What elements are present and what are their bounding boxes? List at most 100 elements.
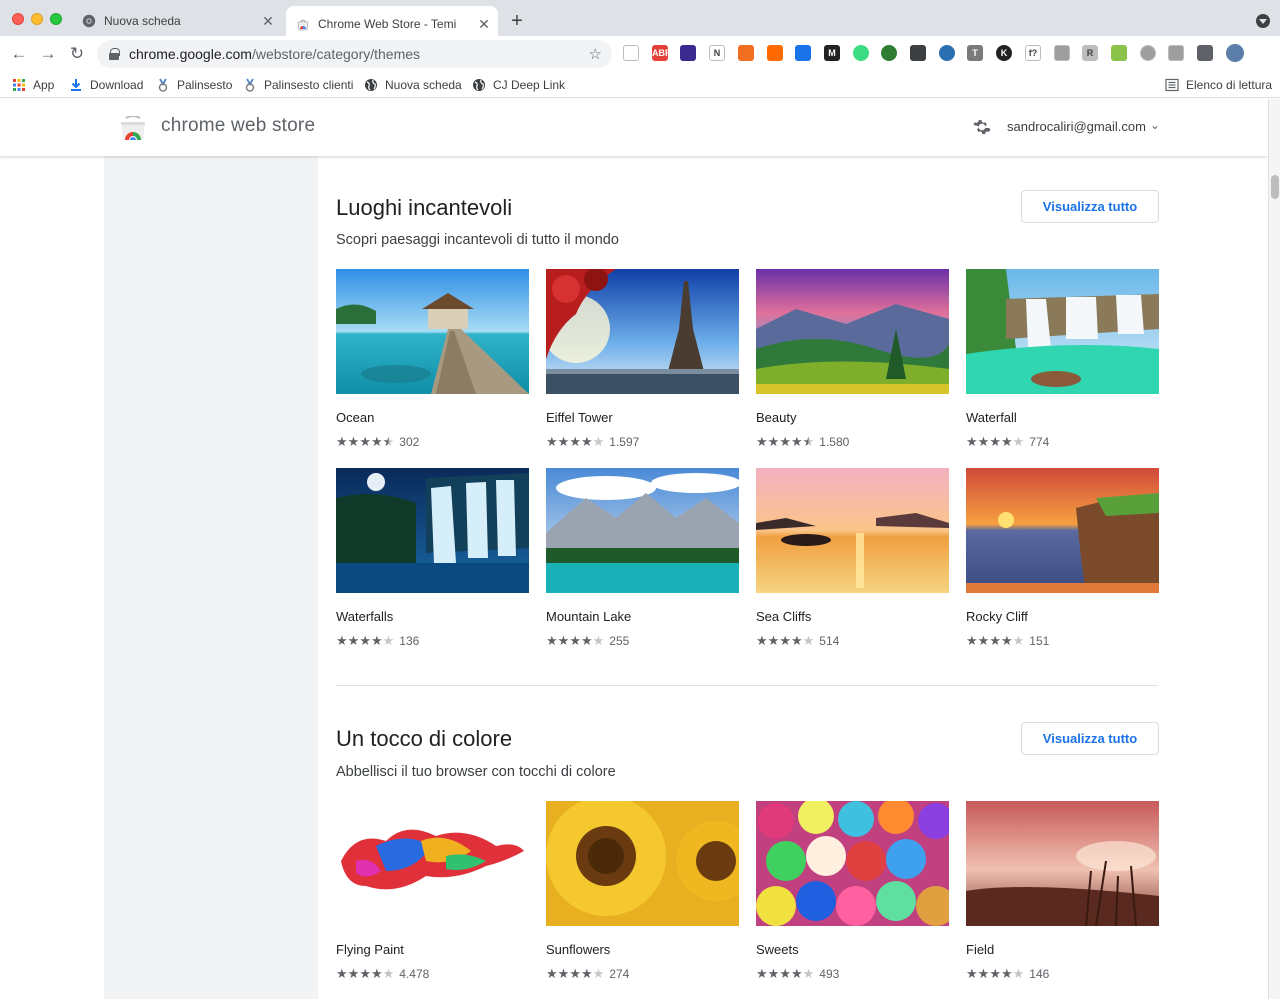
forward-icon[interactable]: → bbox=[37, 43, 59, 65]
settings-gear-icon[interactable] bbox=[972, 117, 992, 137]
code-ext-icon[interactable] bbox=[795, 45, 811, 61]
bookmark-label: Download bbox=[90, 78, 144, 92]
m-ext-icon[interactable]: M bbox=[824, 45, 840, 61]
theme-name[interactable]: Sunflowers bbox=[546, 942, 739, 958]
theme-card[interactable]: Rocky Cliff ★★★★★ 151 bbox=[966, 468, 1159, 648]
reload-icon[interactable]: ↻ bbox=[66, 43, 88, 65]
fire-ext-icon[interactable] bbox=[767, 45, 783, 61]
theme-thumbnail[interactable] bbox=[756, 468, 949, 593]
theme-thumbnail[interactable] bbox=[336, 468, 529, 593]
rating-stars-icon: ★★★★★ bbox=[546, 633, 605, 648]
tab-nuova-scheda[interactable]: Nuova scheda ✕ bbox=[80, 6, 280, 36]
android-ext-icon[interactable] bbox=[853, 45, 869, 61]
k-ext-icon[interactable]: K bbox=[996, 45, 1012, 61]
theme-card[interactable]: Sunflowers ★★★★★ 274 bbox=[546, 801, 739, 981]
medal-icon bbox=[245, 78, 255, 92]
scrollbar-thumb[interactable] bbox=[1271, 175, 1279, 199]
check-ext-icon[interactable] bbox=[1140, 45, 1156, 61]
theme-rating: ★★★★★ 774 bbox=[966, 435, 1159, 450]
bookmark-app[interactable]: App bbox=[12, 76, 54, 94]
profile-avatar-icon[interactable] bbox=[1226, 44, 1244, 62]
theme-thumbnail[interactable] bbox=[336, 801, 529, 926]
cube-ext-icon[interactable] bbox=[680, 45, 696, 61]
globe-icon bbox=[473, 79, 485, 91]
theme-thumbnail[interactable] bbox=[546, 801, 739, 926]
adblock-ext-icon[interactable]: ABP bbox=[652, 45, 671, 61]
rating-stars-icon: ★★★★★ bbox=[756, 633, 815, 648]
theme-name[interactable]: Mountain Lake bbox=[546, 609, 739, 625]
bookmark-palinsesto[interactable]: Palinsesto bbox=[156, 76, 232, 94]
theme-card[interactable]: Field ★★★★★ 146 bbox=[966, 801, 1159, 981]
link-ext-icon[interactable] bbox=[1168, 45, 1184, 61]
store-title[interactable]: chrome web store bbox=[161, 115, 315, 137]
extension-badge-label: T bbox=[972, 48, 978, 58]
tab-close-icon[interactable]: ✕ bbox=[260, 13, 276, 29]
bookmark-download[interactable]: Download bbox=[69, 76, 143, 94]
theme-name[interactable]: Ocean bbox=[336, 410, 529, 426]
theme-name[interactable]: Eiffel Tower bbox=[546, 410, 739, 426]
aperture-ext-icon[interactable] bbox=[939, 45, 955, 61]
font-ext-icon[interactable]: f? bbox=[1025, 45, 1041, 61]
theme-thumbnail[interactable] bbox=[966, 269, 1159, 394]
theme-name[interactable]: Sea Cliffs bbox=[756, 609, 949, 625]
new-tab-button[interactable]: + bbox=[506, 11, 528, 33]
theme-thumbnail[interactable] bbox=[966, 468, 1159, 593]
diamond-ext-icon[interactable] bbox=[1111, 45, 1127, 61]
theme-card[interactable]: Eiffel Tower ★★★★★ 1.597 bbox=[546, 269, 739, 449]
view-all-button[interactable]: Visualizza tutto bbox=[1021, 190, 1159, 223]
eyedropper-ext-icon[interactable] bbox=[910, 45, 926, 61]
reading-list-button[interactable]: Elenco di lettura bbox=[1165, 76, 1272, 94]
chevron-down-icon[interactable]: ⌄ bbox=[1150, 118, 1160, 132]
page-scrollbar[interactable] bbox=[1268, 99, 1280, 999]
account-email[interactable]: sandrocaliri@gmail.com bbox=[1007, 119, 1146, 134]
theme-thumbnail[interactable] bbox=[966, 801, 1159, 926]
theme-rating: ★★★★★ 1.580 bbox=[756, 435, 949, 450]
theme-name[interactable]: Field bbox=[966, 942, 1159, 958]
theme-thumbnail[interactable] bbox=[546, 468, 739, 593]
bookmark-cj-deep-link[interactable]: CJ Deep Link bbox=[472, 76, 565, 94]
webstore-icon bbox=[297, 19, 309, 31]
r-ext-icon[interactable]: R bbox=[1082, 45, 1098, 61]
theme-card[interactable]: Flying Paint ★★★★★ 4.478 bbox=[336, 801, 529, 981]
window-zoom-button[interactable] bbox=[50, 13, 62, 25]
bookmark-palinsesto-clienti[interactable]: Palinsesto clienti bbox=[243, 76, 353, 94]
view-all-button[interactable]: Visualizza tutto bbox=[1021, 722, 1159, 755]
layout-ext-icon[interactable] bbox=[738, 45, 754, 61]
theme-card[interactable]: Sweets ★★★★★ 493 bbox=[756, 801, 949, 981]
theme-thumbnail[interactable] bbox=[756, 801, 949, 926]
globe-ext-icon[interactable] bbox=[881, 45, 897, 61]
theme-name[interactable]: Flying Paint bbox=[336, 942, 529, 958]
theme-card[interactable]: Beauty ★★★★★ 1.580 bbox=[756, 269, 949, 449]
window-close-button[interactable] bbox=[12, 13, 24, 25]
back-icon[interactable]: ← bbox=[8, 43, 30, 65]
theme-rating: ★★★★★ 302 bbox=[336, 435, 529, 450]
address-bar[interactable]: chrome.google.com/webstore/category/them… bbox=[97, 40, 612, 68]
window-minimize-button[interactable] bbox=[31, 13, 43, 25]
theme-name[interactable]: Waterfalls bbox=[336, 609, 529, 625]
theme-name[interactable]: Waterfall bbox=[966, 410, 1159, 426]
puzzle-ext-icon[interactable] bbox=[1197, 45, 1213, 61]
notion-ext-icon[interactable]: N bbox=[709, 45, 725, 61]
tab-close-icon[interactable]: ✕ bbox=[476, 16, 492, 32]
theme-thumbnail[interactable] bbox=[546, 269, 739, 394]
theme-name[interactable]: Sweets bbox=[756, 942, 949, 958]
theme-card[interactable]: Ocean ★★★★★ 302 bbox=[336, 269, 529, 449]
window-ext-icon[interactable] bbox=[1054, 45, 1070, 61]
theme-card[interactable]: Waterfall ★★★★★ 774 bbox=[966, 269, 1159, 449]
tab-search-icon[interactable] bbox=[1256, 14, 1270, 28]
chrome-icon bbox=[82, 14, 96, 28]
rating-stars-icon: ★★★★★ bbox=[756, 966, 815, 981]
theme-name[interactable]: Beauty bbox=[756, 410, 949, 426]
theme-thumbnail[interactable] bbox=[336, 269, 529, 394]
bookmark-nuova-scheda[interactable]: Nuova scheda bbox=[364, 76, 462, 94]
calendar-ext-icon[interactable] bbox=[623, 45, 639, 61]
theme-thumbnail[interactable] bbox=[756, 269, 949, 394]
webstore-logo-icon[interactable] bbox=[120, 116, 146, 140]
theme-name[interactable]: Rocky Cliff bbox=[966, 609, 1159, 625]
theme-card[interactable]: Mountain Lake ★★★★★ 255 bbox=[546, 468, 739, 648]
lock-icon[interactable] bbox=[109, 48, 120, 60]
t-ext-icon[interactable]: T bbox=[967, 45, 983, 61]
theme-card[interactable]: Waterfalls ★★★★★ 136 bbox=[336, 468, 529, 648]
theme-card[interactable]: Sea Cliffs ★★★★★ 514 bbox=[756, 468, 949, 648]
bookmark-star-icon[interactable]: ☆ bbox=[589, 45, 602, 63]
